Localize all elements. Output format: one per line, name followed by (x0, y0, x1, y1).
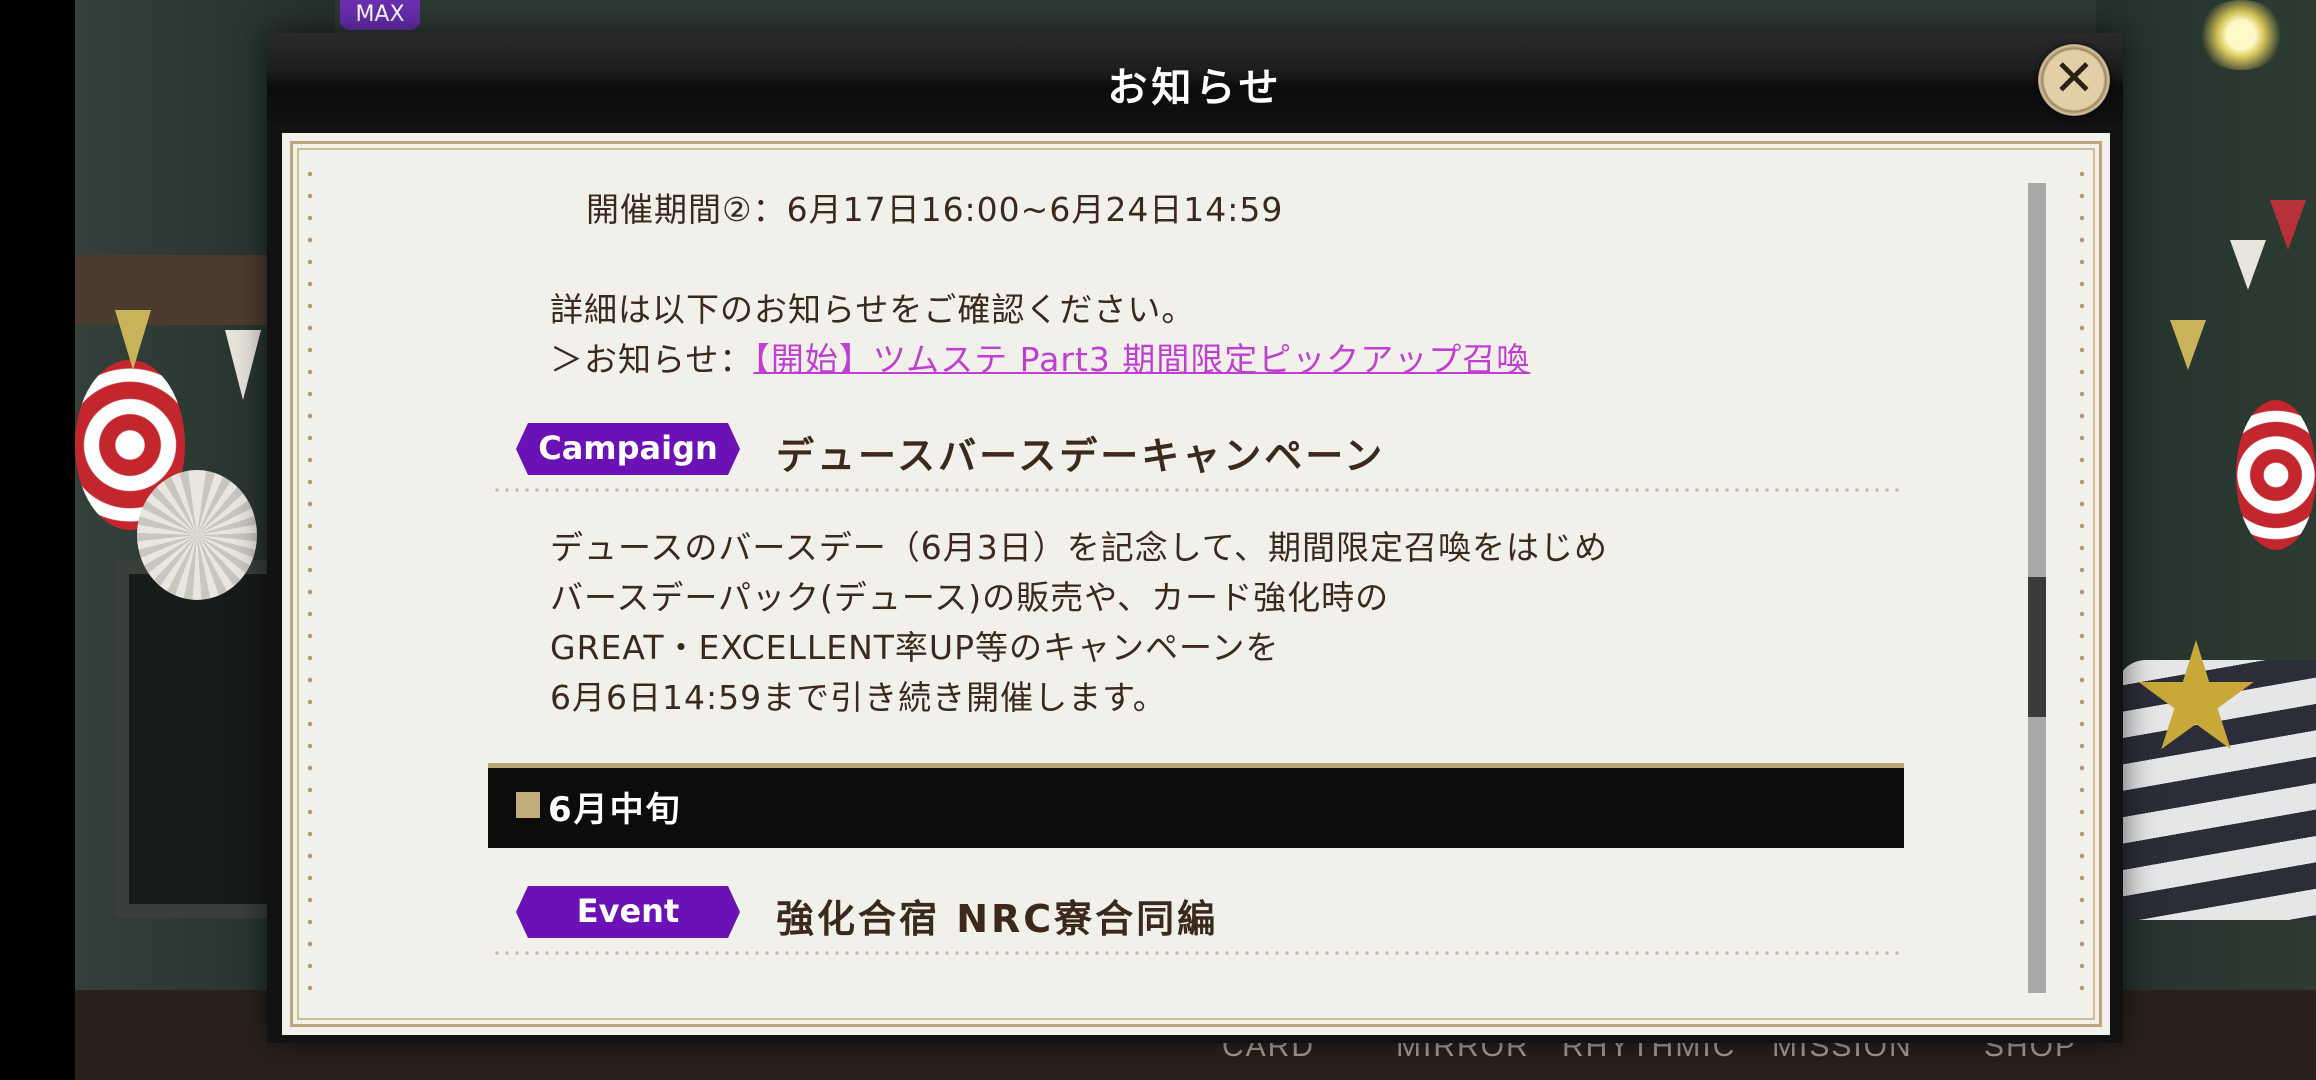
notice-link-line: ＞お知らせ：【開始】ツムステ Part3 期間限定ピックアップ召喚 (550, 333, 1530, 381)
bunting-flag (2270, 200, 2306, 250)
event-tag: Event (516, 886, 740, 938)
campaign-body-line: 6月6日14:59まで引き続き開催します。 (550, 678, 1167, 717)
dotted-divider (492, 951, 1902, 955)
right-dotted-border (2079, 163, 2085, 1005)
dotted-divider (492, 488, 1902, 492)
campaign-body-line: GREAT・EXCELLENT率UP等のキャンペーンを (550, 628, 1280, 667)
campaign-body-line: デュースのバースデー（6月3日）を記念して、期間限定召喚をはじめ (550, 528, 1609, 567)
notice-content-panel[interactable]: 開催期間②：6月17日16:00~6月24日14:59 詳細は以下のお知らせをご… (282, 133, 2110, 1035)
campaign-tag: Campaign (516, 423, 740, 475)
event-title: 強化合宿 NRC寮合同編 (776, 897, 1219, 941)
close-icon: ✕ (2053, 49, 2095, 107)
square-bullet-icon (516, 792, 540, 818)
notice-link[interactable]: 【開始】ツムステ Part3 期間限定ピックアップ召喚 (753, 340, 1530, 379)
bunting-flag (2170, 320, 2206, 370)
campaign-body-line: バースデーパック(デュース)の販売や、カード強化時の (550, 578, 1390, 617)
section-header-label: 6月中旬 (548, 790, 682, 830)
scrollbar-thumb[interactable] (2028, 577, 2046, 717)
dialog-title: お知らせ (1107, 65, 1283, 111)
section-header-bar: 6月中旬 (488, 763, 1904, 848)
campaign-title: デュースバースデーキャンペーン (776, 434, 1386, 478)
notice-scroll-content: 開催期間②：6月17日16:00~6月24日14:59 詳細は以下のお知らせをご… (282, 133, 2072, 1035)
detail-line: 詳細は以下のお知らせをご確認ください。 (550, 290, 1196, 329)
max-badge: MAX (340, 0, 420, 30)
target-decoration (2236, 400, 2316, 550)
bunting-flag (2230, 240, 2266, 290)
link-prefix: ＞お知らせ： (550, 340, 754, 379)
bunting-flag (115, 310, 151, 370)
lamp (2196, 0, 2286, 70)
close-button[interactable]: ✕ (2038, 44, 2110, 116)
left-dotted-border (307, 163, 313, 1005)
period-line: 開催期間②：6月17日16:00~6月24日14:59 (586, 190, 1284, 229)
rosette-decoration (137, 470, 257, 600)
dialog-header: お知らせ (267, 33, 2123, 125)
bunting-flag (225, 330, 261, 400)
